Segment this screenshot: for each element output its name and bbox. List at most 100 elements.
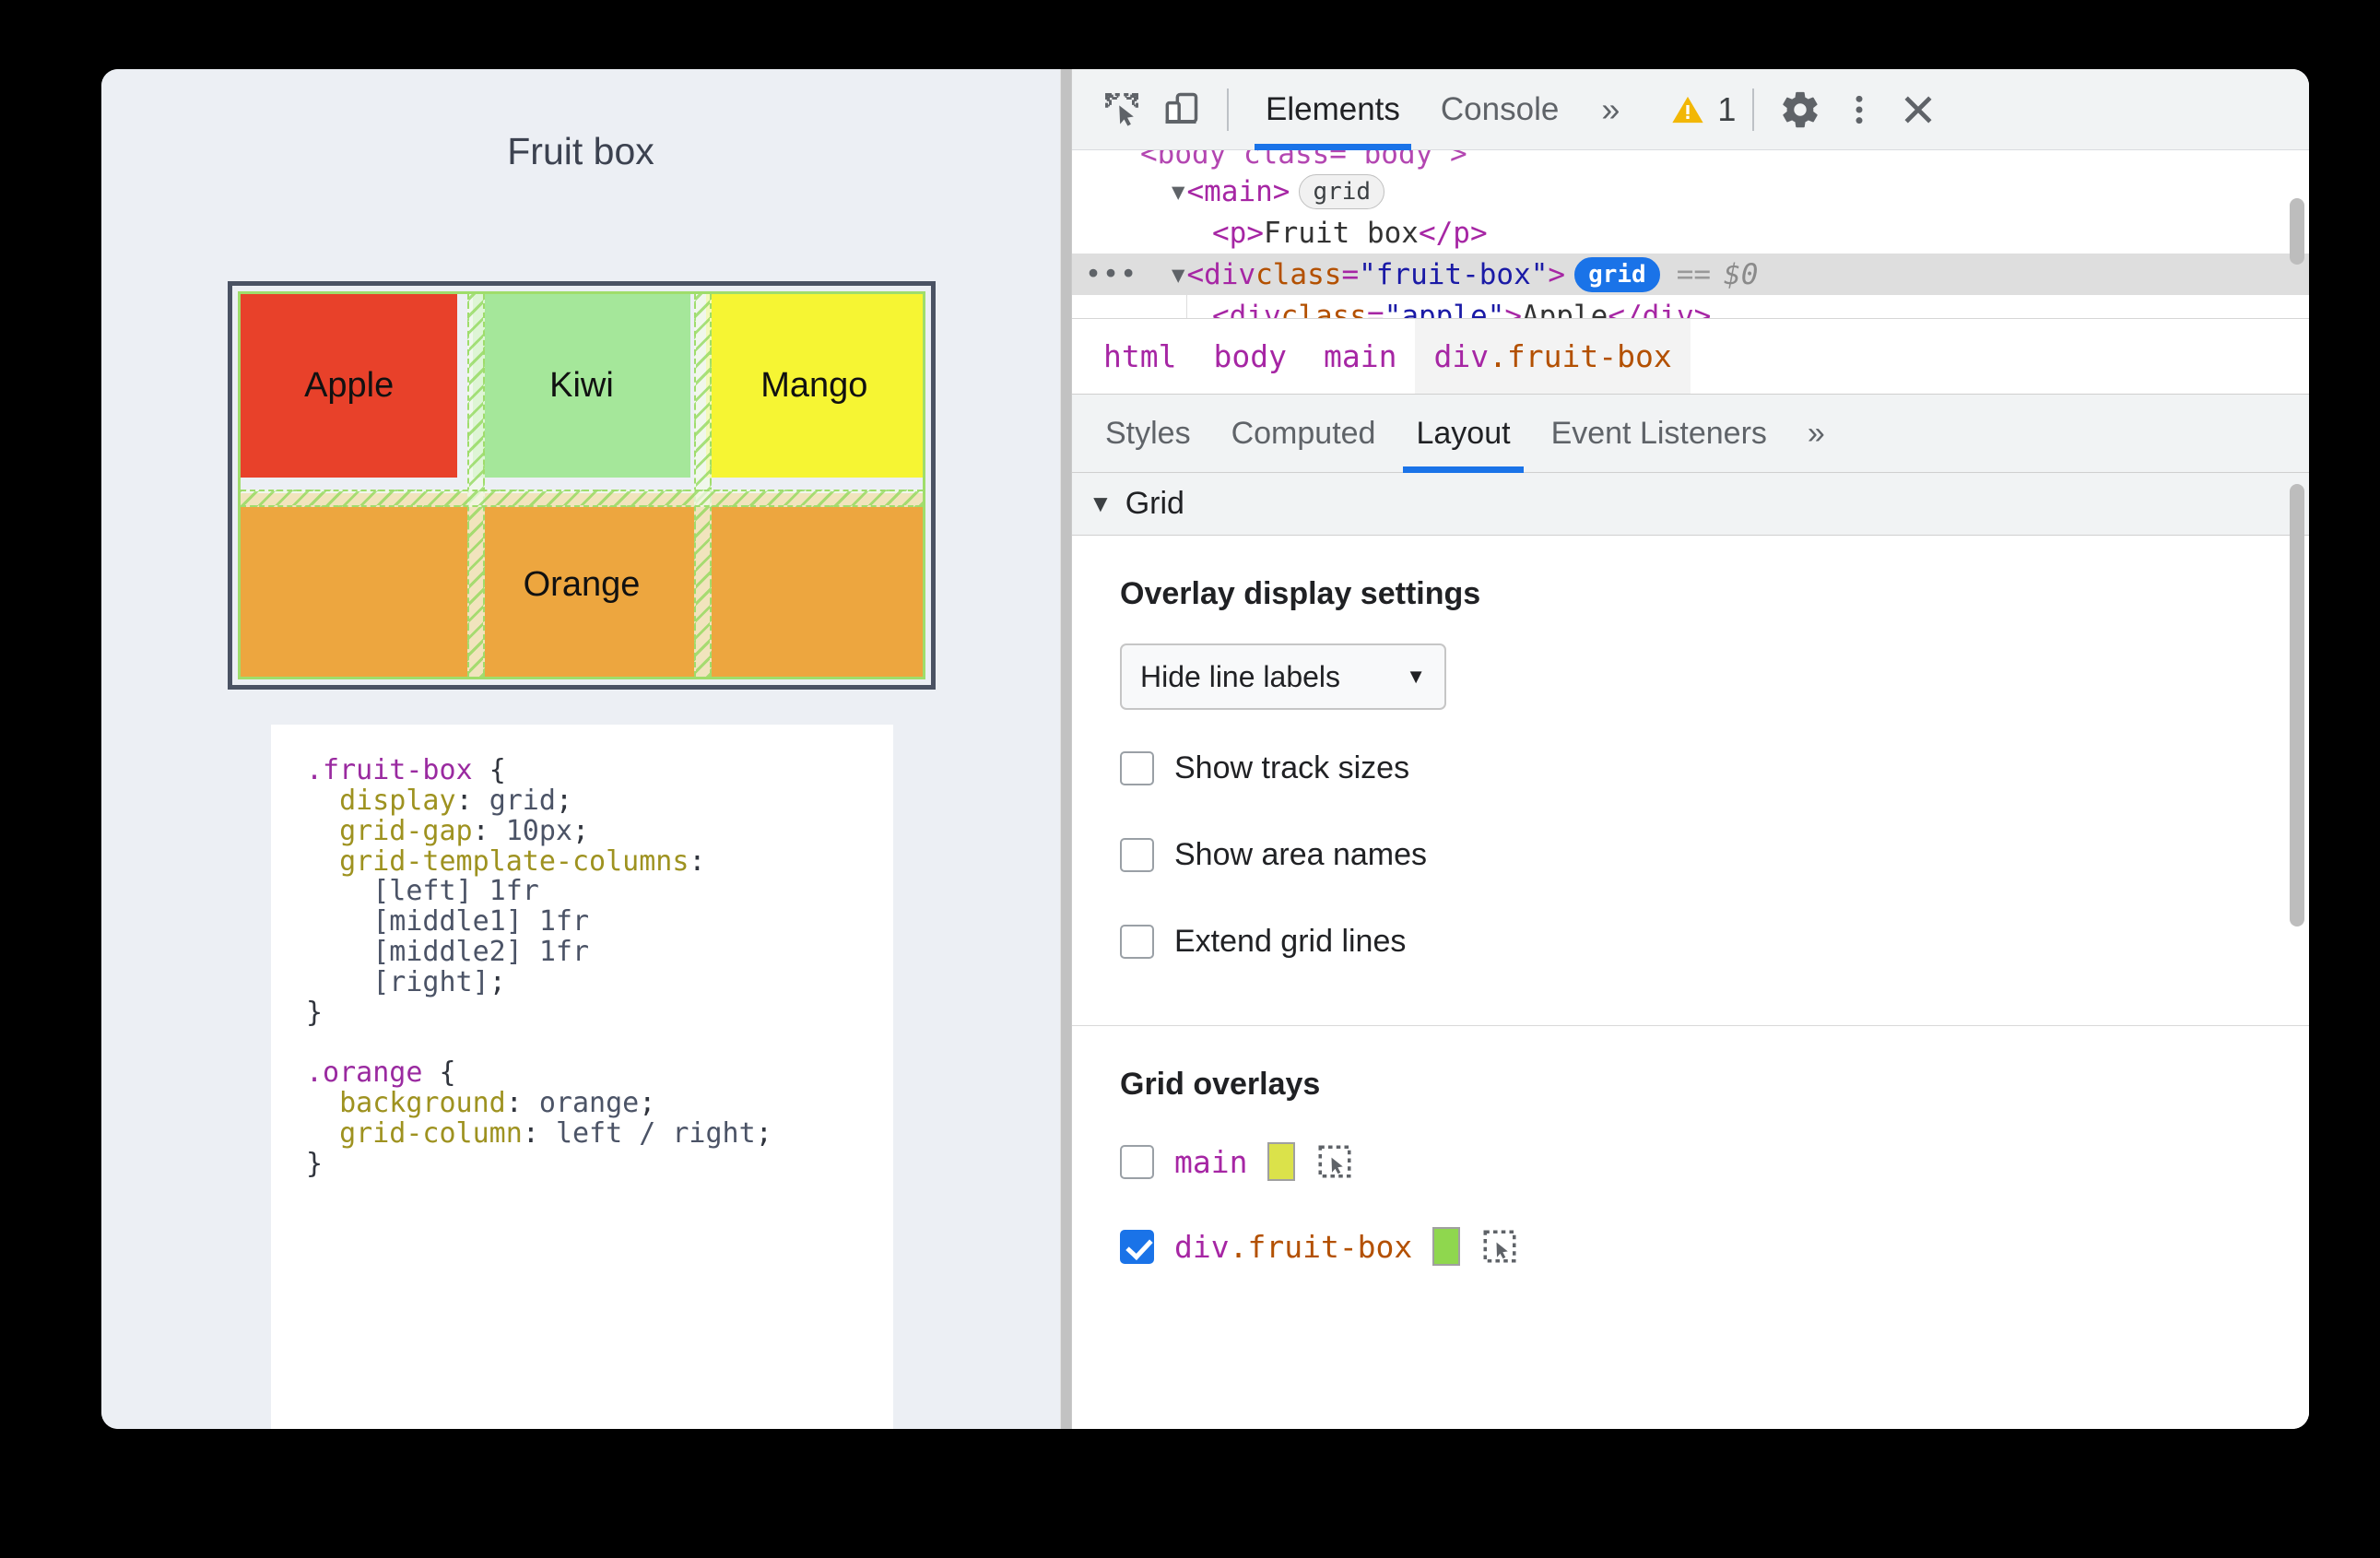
dom-attr-class: class bbox=[1255, 257, 1342, 291]
checkbox-label: Show area names bbox=[1174, 836, 1428, 872]
expand-arrow-icon[interactable]: ▼ bbox=[1172, 179, 1184, 205]
dom-tag-p-close: </p> bbox=[1418, 216, 1488, 250]
grid-cell-mango: Mango bbox=[705, 294, 923, 478]
tab-styles[interactable]: Styles bbox=[1085, 394, 1211, 473]
checkbox-box[interactable] bbox=[1120, 1229, 1154, 1264]
tab-computed-label: Computed bbox=[1231, 415, 1376, 451]
dom-tag-apple-open: <div bbox=[1212, 299, 1281, 319]
overlay-display-settings: Overlay display settings Hide line label… bbox=[1072, 536, 2309, 1020]
chevron-down-icon[interactable]: ▼ bbox=[1089, 490, 1113, 518]
tab-elements[interactable]: Elements bbox=[1245, 69, 1420, 150]
grid-badge-main[interactable]: grid bbox=[1299, 173, 1385, 209]
checkbox-box[interactable] bbox=[1120, 837, 1154, 872]
checkbox-box[interactable] bbox=[1120, 750, 1154, 785]
grid-overlay-color-swatch[interactable] bbox=[1267, 1142, 1296, 1181]
dom-tag-p-open: <p> bbox=[1212, 216, 1264, 250]
css-source: .fruit-box { display: grid; grid-gap: 10… bbox=[306, 754, 772, 1180]
tab-console-label: Console bbox=[1440, 90, 1560, 127]
layout-panel-scrollbar[interactable] bbox=[2287, 473, 2307, 1429]
dom-text-apple: Apple bbox=[1521, 299, 1608, 319]
breadcrumb-label: body bbox=[1213, 338, 1287, 374]
dom-text-fruit-box: Fruit box bbox=[1264, 216, 1419, 250]
dom-tag-apple-bracket: > bbox=[1504, 299, 1522, 319]
grid-section-header[interactable]: ▼ Grid bbox=[1072, 473, 2309, 536]
grid-cell-kiwi: Kiwi bbox=[473, 294, 690, 478]
page-preview-pane: Fruit box Apple Kiwi Mango Orange .fruit… bbox=[101, 69, 1060, 1429]
device-toolbar-icon[interactable] bbox=[1151, 82, 1210, 137]
breadcrumb-label: html bbox=[1103, 338, 1177, 374]
breadcrumb-item-body[interactable]: body bbox=[1195, 319, 1304, 395]
grid-overlay-name[interactable]: div.fruit-box bbox=[1174, 1229, 1412, 1265]
checkbox-box[interactable] bbox=[1120, 924, 1154, 959]
tab-computed[interactable]: Computed bbox=[1211, 394, 1396, 473]
grid-cell-orange: Orange bbox=[241, 493, 923, 677]
toolbar-divider-2 bbox=[1752, 88, 1755, 131]
breadcrumb-label: main bbox=[1323, 338, 1397, 374]
dom-console-ref: $0 bbox=[1724, 257, 1759, 291]
element-picker-icon[interactable] bbox=[1480, 1227, 1519, 1266]
dom-equals: == bbox=[1676, 257, 1712, 291]
fruit-box-container: Apple Kiwi Mango Orange bbox=[228, 281, 936, 690]
checkbox-box[interactable] bbox=[1120, 1144, 1154, 1179]
dom-row-scrolled[interactable]: <body class="body"> bbox=[1072, 150, 2309, 171]
breadcrumb: html body main div .fruit-box bbox=[1072, 318, 2309, 395]
sidebar-more-tabs-icon[interactable]: » bbox=[1787, 394, 1845, 473]
dom-tag-apple-close: </div> bbox=[1608, 299, 1712, 319]
grid-overlay-item-main[interactable]: main bbox=[1120, 1134, 2309, 1189]
breadcrumb-item-html[interactable]: html bbox=[1085, 319, 1195, 395]
expand-arrow-icon[interactable]: ▼ bbox=[1172, 262, 1184, 288]
grid-overlay-class: .fruit-box bbox=[1229, 1228, 1413, 1265]
dom-tag-div-open: <div bbox=[1186, 257, 1256, 291]
tab-styles-label: Styles bbox=[1105, 415, 1191, 451]
dom-tag-main: <main> bbox=[1186, 174, 1290, 208]
grid-overlay-tag: div bbox=[1174, 1228, 1230, 1265]
layout-panel-scroll-thumb[interactable] bbox=[2290, 484, 2304, 927]
table-row[interactable]: ••• ▼ <div class = "fruit-box" > grid ==… bbox=[1072, 254, 2309, 295]
grid-overlay-color-swatch[interactable] bbox=[1432, 1227, 1461, 1266]
fruit-box-grid: Apple Kiwi Mango Orange bbox=[238, 291, 925, 679]
grid-badge-fruit-box[interactable]: grid bbox=[1574, 256, 1660, 292]
css-code-panel: .fruit-box { display: grid; grid-gap: 10… bbox=[271, 725, 893, 1429]
grid-overlay-name[interactable]: main bbox=[1174, 1144, 1247, 1180]
toolbar-divider-1 bbox=[1227, 88, 1229, 131]
tab-layout[interactable]: Layout bbox=[1396, 394, 1530, 473]
gear-icon[interactable] bbox=[1771, 82, 1830, 137]
grid-overlays-title: Grid overlays bbox=[1120, 1067, 1321, 1102]
breadcrumb-class: .fruit-box bbox=[1489, 338, 1672, 374]
warning-indicator[interactable]: 1 bbox=[1669, 90, 1736, 129]
kebab-menu-icon[interactable] bbox=[1830, 82, 1889, 137]
breadcrumb-label: div bbox=[1433, 338, 1490, 374]
table-row[interactable]: ▼ <main> grid bbox=[1072, 171, 2309, 212]
breadcrumb-item-main[interactable]: main bbox=[1305, 319, 1415, 395]
element-picker-icon[interactable] bbox=[1315, 1142, 1354, 1181]
devtools-window: Fruit box Apple Kiwi Mango Orange .fruit… bbox=[101, 69, 2309, 1429]
tab-event-listeners[interactable]: Event Listeners bbox=[1531, 394, 1787, 473]
breadcrumb-item-div-fruit-box[interactable]: div .fruit-box bbox=[1415, 318, 1691, 395]
chevron-down-icon: ▼ bbox=[1406, 665, 1426, 688]
close-icon[interactable] bbox=[1889, 82, 1948, 137]
line-labels-select-value: Hide line labels bbox=[1140, 659, 1341, 693]
table-row[interactable]: <div class = "apple" > Apple </div> bbox=[1072, 295, 2309, 319]
dom-attr-value-apple: "apple" bbox=[1384, 299, 1505, 319]
inspect-element-icon[interactable] bbox=[1092, 82, 1151, 137]
dom-tag-close-bracket: > bbox=[1548, 257, 1566, 291]
dom-attr-class-apple: class bbox=[1280, 299, 1367, 319]
pane-splitter[interactable] bbox=[1060, 69, 1072, 1429]
sidebar-tabs: Styles Computed Layout Event Listeners » bbox=[1072, 394, 2309, 473]
tab-console[interactable]: Console bbox=[1420, 69, 1579, 150]
checkbox-extend-grid-lines[interactable]: Extend grid lines bbox=[1120, 915, 2309, 968]
tab-layout-label: Layout bbox=[1416, 415, 1511, 451]
line-labels-select[interactable]: Hide line labels ▼ bbox=[1120, 643, 1446, 710]
grid-overlay-item-fruit-box[interactable]: div.fruit-box bbox=[1120, 1219, 2309, 1274]
more-tabs-icon[interactable]: » bbox=[1579, 69, 1642, 150]
dom-tree-scrollbar[interactable] bbox=[2287, 150, 2307, 318]
checkbox-show-area-names[interactable]: Show area names bbox=[1120, 828, 2309, 881]
tab-event-listeners-label: Event Listeners bbox=[1550, 415, 1767, 451]
table-row[interactable]: <p> Fruit box </p> bbox=[1072, 212, 2309, 254]
checkbox-show-track-sizes[interactable]: Show track sizes bbox=[1120, 741, 2309, 795]
dom-tree-scroll-thumb[interactable] bbox=[2290, 198, 2304, 265]
dom-attr-value: "fruit-box" bbox=[1359, 257, 1549, 291]
page-title: Fruit box bbox=[507, 130, 654, 172]
overlay-settings-title: Overlay display settings bbox=[1120, 576, 1481, 611]
dom-more-icon[interactable]: ••• bbox=[1085, 258, 1137, 290]
